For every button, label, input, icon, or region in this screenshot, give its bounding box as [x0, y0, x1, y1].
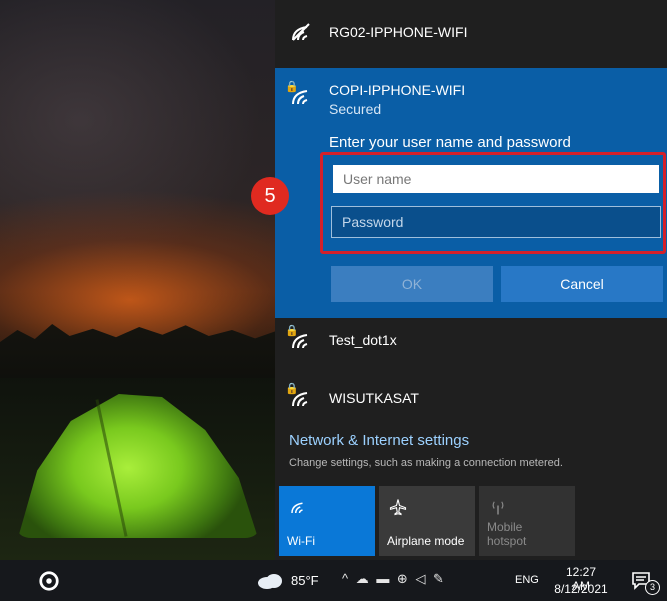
network-settings-link[interactable]: Network & Internet settings — [289, 432, 469, 449]
tile-label: Airplane mode — [387, 534, 465, 548]
network-item-test-dot1x[interactable]: 🔒 Test_dot1x — [275, 310, 667, 372]
clock-date[interactable]: 8/12/2021 — [553, 582, 609, 596]
system-tray-icons[interactable]: ^ ☁ ▬ ⊕ ◁ ✎ — [342, 571, 446, 587]
network-status: Secured — [329, 101, 382, 117]
network-ssid: COPI-IPPHONE-WIFI — [329, 82, 466, 98]
cloud-weather-icon[interactable] — [256, 572, 284, 590]
step-number-badge: 5 — [251, 177, 289, 215]
credentials-prompt: Enter your user name and password — [329, 134, 571, 151]
ok-button[interactable]: OK — [331, 266, 493, 302]
search-assistant-icon[interactable] — [38, 570, 60, 592]
network-ssid: WISUTKASAT — [329, 390, 419, 406]
secured-wifi-icon — [292, 392, 308, 407]
hotspot-icon — [492, 501, 504, 515]
wifi-icon — [291, 502, 303, 514]
secured-wifi-icon — [292, 334, 308, 349]
network-item-rg02[interactable]: RG02-IPPHONE-WIFI — [275, 2, 667, 64]
network-flyout: RG02-IPPHONE-WIFI 🔒 COPI-IPPHONE-WIFI Se… — [275, 0, 667, 560]
network-item-copi-selected[interactable]: 🔒 COPI-IPPHONE-WIFI Secured Enter your u… — [275, 68, 667, 318]
annotation-highlight-box — [320, 152, 666, 254]
tile-label: Wi-Fi — [287, 534, 315, 548]
notification-count-badge: 3 — [645, 580, 660, 595]
network-item-wisutkasat[interactable]: 🔒 WISUTKASAT — [275, 368, 667, 430]
secured-wifi-icon — [292, 90, 308, 105]
cancel-button[interactable]: Cancel — [501, 266, 663, 302]
airplane-mode-tile[interactable]: Airplane mode — [379, 486, 475, 556]
network-settings-description: Change settings, such as making a connec… — [289, 457, 563, 469]
wifi-toggle-tile[interactable]: Wi-Fi — [279, 486, 375, 556]
language-indicator[interactable]: ENG — [515, 574, 539, 586]
mobile-hotspot-tile[interactable]: Mobile hotspot — [479, 486, 575, 556]
airplane-icon — [389, 499, 407, 516]
network-ssid: Test_dot1x — [329, 332, 397, 348]
weather-temperature[interactable]: 85°F — [291, 573, 319, 588]
network-ssid: RG02-IPPHONE-WIFI — [329, 24, 468, 40]
wifi-icon — [292, 23, 310, 41]
taskbar: 85°F ^ ☁ ▬ ⊕ ◁ ✎ ENG 12:27 AM 8/12/2021 … — [0, 560, 667, 601]
tile-label: Mobile hotspot — [487, 520, 527, 548]
